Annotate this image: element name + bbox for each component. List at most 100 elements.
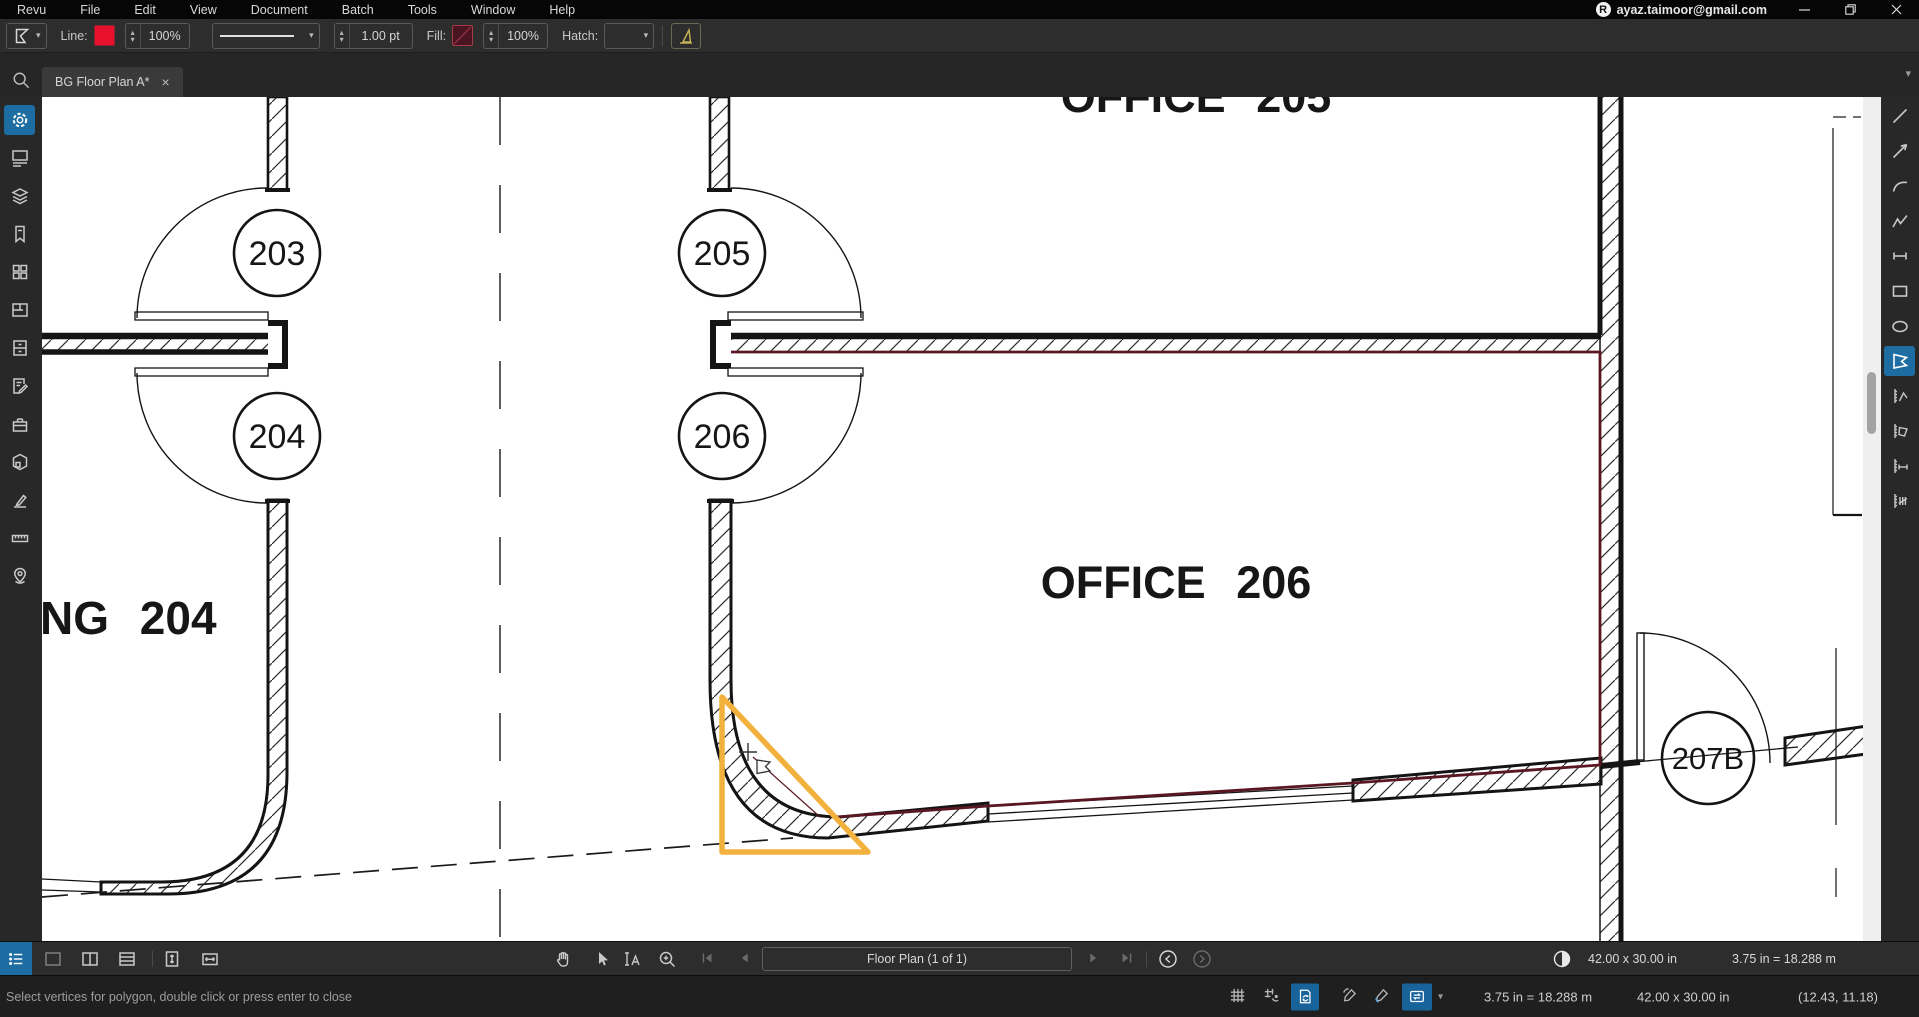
menu-batch[interactable]: Batch: [325, 3, 391, 17]
tool-dimension[interactable]: [1884, 241, 1915, 271]
revu-logo-icon: R: [1596, 2, 1611, 17]
contrast-icon: [1552, 949, 1572, 969]
tool-ellipse[interactable]: [1884, 311, 1915, 341]
reuse-icon: [1408, 988, 1426, 1006]
sidebar-item-markup-list[interactable]: [4, 371, 35, 401]
menu-view[interactable]: View: [173, 3, 234, 17]
line-opacity-value[interactable]: 100%: [141, 24, 189, 48]
menu-tools[interactable]: Tools: [391, 3, 454, 17]
fill-opacity-value[interactable]: 100%: [499, 24, 547, 48]
single-pane-button[interactable]: [43, 949, 63, 974]
split-vertical-icon: [80, 949, 100, 969]
last-page-button[interactable]: [1118, 949, 1136, 972]
sidebar-item-signatures[interactable]: [4, 485, 35, 515]
sidebar-item-spaces[interactable]: [4, 295, 35, 325]
tab-overflow-chevron-icon[interactable]: ▾: [1905, 67, 1911, 80]
previous-page-button[interactable]: [736, 949, 754, 972]
walls: [42, 97, 1881, 941]
tool-polyline[interactable]: [1884, 206, 1915, 236]
stepper-arrows-icon[interactable]: ▴▾: [126, 24, 141, 48]
sidebar-item-3d-model[interactable]: [4, 447, 35, 477]
tool-rectangle[interactable]: [1884, 276, 1915, 306]
scrollbar-thumb[interactable]: [1867, 372, 1876, 434]
reuse-options-chevron[interactable]: ▾: [1438, 991, 1443, 1002]
sidebar-item-bookmarks[interactable]: [4, 219, 35, 249]
menu-bar: Revu File Edit View Document Batch Tools…: [0, 3, 592, 17]
menu-edit[interactable]: Edit: [117, 3, 173, 17]
dark-mode-toggle[interactable]: [1552, 949, 1572, 974]
markup-history-back[interactable]: [1340, 986, 1359, 1008]
grid-toggle[interactable]: [1228, 986, 1247, 1008]
drawing-canvas[interactable]: 203 204 205 206 207B OFFICE 205 OFFICE 2…: [42, 97, 1881, 941]
next-page-button[interactable]: [1084, 949, 1102, 972]
list-icon: [7, 950, 25, 968]
tab-bg-floor-plan[interactable]: BG Floor Plan A* ×: [42, 67, 183, 97]
sidebar-item-tool-sets[interactable]: [4, 257, 35, 287]
select-button[interactable]: [592, 949, 612, 974]
menu-document[interactable]: Document: [234, 3, 325, 17]
menu-revu[interactable]: Revu: [0, 3, 63, 17]
snap-toggle[interactable]: [1262, 986, 1281, 1008]
close-button[interactable]: [1873, 0, 1919, 19]
fit-width-button[interactable]: [200, 949, 220, 974]
sidebar-item-places[interactable]: [4, 561, 35, 591]
menu-file[interactable]: File: [63, 3, 117, 17]
account-email[interactable]: ayaz.taimoor@gmail.com: [1617, 3, 1767, 17]
fit-page-button[interactable]: [162, 949, 182, 974]
toolbox-icon: [10, 414, 30, 434]
markup-history-forward[interactable]: [1372, 986, 1391, 1008]
first-page-button[interactable]: [698, 949, 716, 972]
rectangle-tool-icon: [1890, 281, 1910, 301]
menu-help[interactable]: Help: [532, 3, 592, 17]
menu-window[interactable]: Window: [454, 3, 532, 17]
tab-close-icon[interactable]: ×: [162, 74, 170, 90]
minimize-button[interactable]: [1781, 0, 1827, 19]
sidebar-item-file-access[interactable]: [4, 333, 35, 363]
3d-box-icon: [10, 452, 30, 472]
sidebar-item-tool-chest[interactable]: [4, 409, 35, 439]
split-horizontal-button[interactable]: [117, 949, 137, 974]
set-square-tool-button[interactable]: [671, 23, 701, 49]
sync-views-toggle[interactable]: [1291, 983, 1319, 1010]
zoom-button[interactable]: [657, 949, 677, 974]
line-style-dropdown[interactable]: ▾: [212, 23, 320, 49]
search-button[interactable]: [0, 65, 42, 95]
tool-length[interactable]: [1884, 451, 1915, 481]
next-view-button[interactable]: [1192, 949, 1212, 974]
split-vertical-button[interactable]: [80, 949, 100, 974]
line-width-value[interactable]: 1.00 pt: [350, 24, 412, 48]
reuse-markup-toggle[interactable]: [1402, 983, 1432, 1010]
tool-perimeter[interactable]: [1884, 381, 1915, 411]
line-width-stepper[interactable]: ▴▾ 1.00 pt: [334, 23, 413, 49]
sidebar-item-settings[interactable]: [4, 105, 35, 135]
restore-button[interactable]: [1827, 0, 1873, 19]
previous-view-button[interactable]: [1158, 949, 1178, 974]
stepper-arrows-icon[interactable]: ▴▾: [335, 24, 350, 48]
tool-polygon[interactable]: [1884, 346, 1915, 376]
tool-line[interactable]: [1884, 101, 1915, 131]
tool-count[interactable]: [1884, 486, 1915, 516]
line-opacity-stepper[interactable]: ▴▾ 100%: [125, 23, 190, 49]
sidebar-item-thumbnails[interactable]: [4, 143, 35, 173]
line-color-swatch[interactable]: [94, 25, 115, 46]
grid-squares-icon: [10, 262, 30, 282]
thumbnails-toggle-button[interactable]: [0, 942, 32, 976]
scale-readout: 3.75 in = 18.288 m: [1732, 942, 1836, 976]
markup-redo-icon: [1372, 986, 1391, 1005]
select-text-button[interactable]: [621, 949, 643, 974]
sidebar-item-layers[interactable]: [4, 181, 35, 211]
fill-opacity-stepper[interactable]: ▴▾ 100%: [483, 23, 548, 49]
tool-area[interactable]: [1884, 416, 1915, 446]
vertical-scrollbar[interactable]: [1863, 97, 1881, 941]
fill-color-swatch[interactable]: [452, 25, 473, 46]
active-tool-dropdown[interactable]: ▾: [6, 23, 47, 49]
tool-arrow[interactable]: [1884, 136, 1915, 166]
hatch-dropdown[interactable]: ▾: [604, 23, 654, 49]
page-label-field[interactable]: Floor Plan (1 of 1): [762, 947, 1072, 971]
tab-label: BG Floor Plan A*: [55, 75, 150, 89]
room-label-ng-204: NG 204: [42, 592, 217, 644]
pan-button[interactable]: [553, 949, 573, 974]
sidebar-item-measurements[interactable]: [4, 523, 35, 553]
tool-arc[interactable]: [1884, 171, 1915, 201]
stepper-arrows-icon[interactable]: ▴▾: [484, 24, 499, 48]
